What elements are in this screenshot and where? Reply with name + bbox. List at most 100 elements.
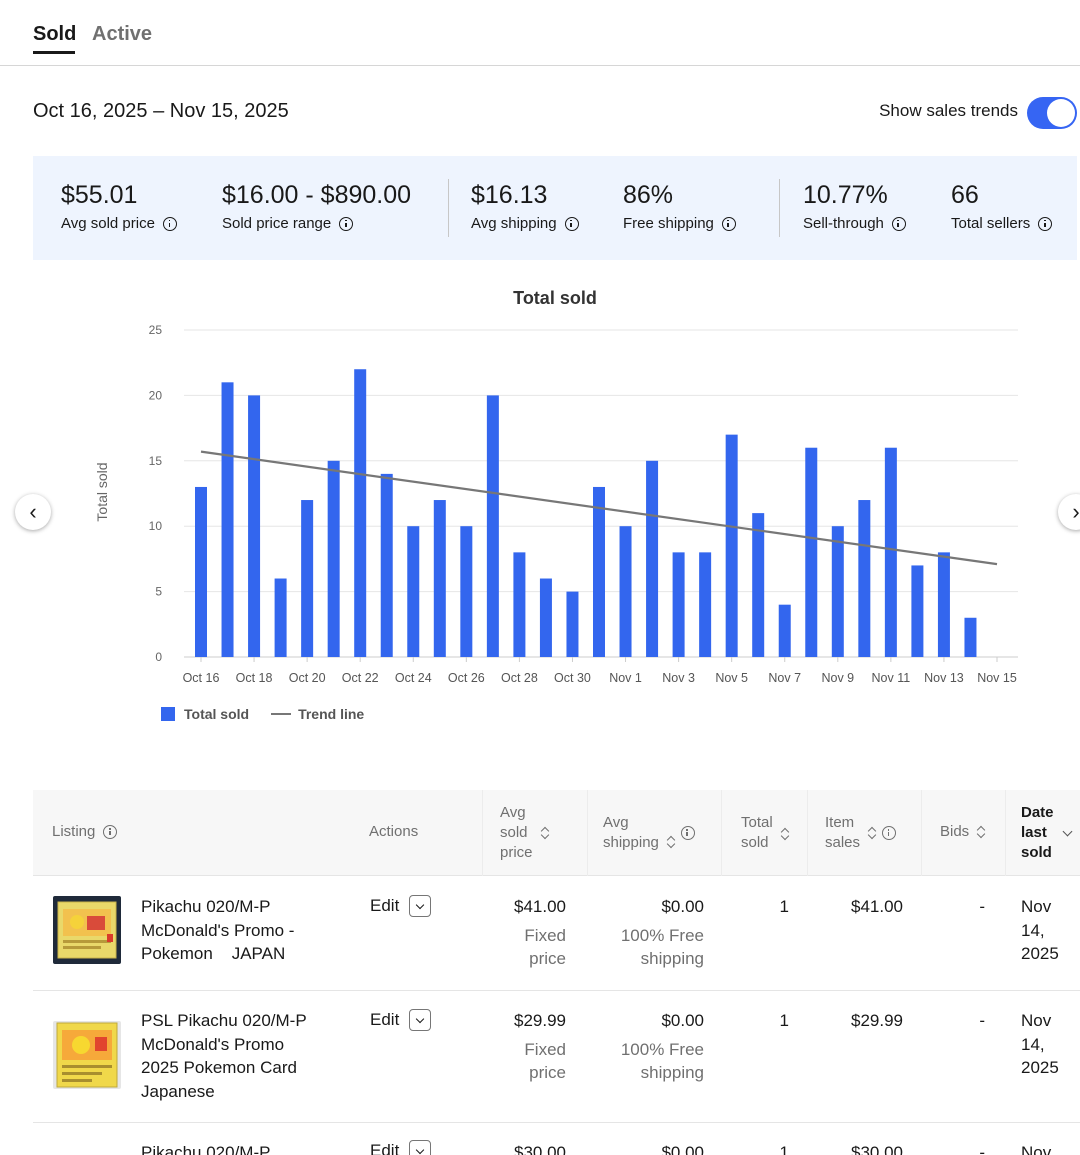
header-label: Listing xyxy=(52,823,96,840)
table-row[interactable]: PSL Pikachu 020/M-P McDonald's Promo 202… xyxy=(33,991,1080,1123)
bar-nov-6[interactable] xyxy=(752,513,765,657)
bar-oct-27[interactable] xyxy=(486,395,499,657)
bids-cell: - xyxy=(979,1143,985,1155)
chart-prev-button[interactable]: ‹ xyxy=(15,494,51,530)
stats-panel: $55.01 Avg sold price $16.00 - $890.00 S… xyxy=(33,156,1077,260)
sales-trends-label: Show sales trends xyxy=(879,101,1018,120)
shipping-type: 100% Free xyxy=(620,925,704,945)
chevron-down-icon xyxy=(416,1014,425,1023)
bar-oct-25[interactable] xyxy=(433,500,446,657)
chevron-down-icon xyxy=(416,1145,425,1154)
x-tick-label: Oct 16 xyxy=(183,671,220,685)
edit-dropdown[interactable] xyxy=(409,1140,432,1155)
listing-thumbnail[interactable] xyxy=(53,896,121,964)
bar-oct-29[interactable] xyxy=(539,578,552,657)
listing-thumbnail[interactable] xyxy=(53,1021,121,1089)
bar-oct-28[interactable] xyxy=(513,552,526,657)
bar-nov-7[interactable] xyxy=(778,604,791,657)
tab-sold[interactable]: Sold xyxy=(33,21,76,47)
info-icon[interactable] xyxy=(162,216,177,231)
bar-nov-1[interactable] xyxy=(619,526,632,657)
price-type: Fixed xyxy=(524,925,566,945)
info-icon[interactable] xyxy=(564,216,579,231)
listing-title[interactable]: Pikachu 020/M-P xyxy=(141,1141,341,1155)
info-icon[interactable] xyxy=(1038,216,1053,231)
header-label: Avg xyxy=(603,814,629,831)
table-row[interactable]: Pikachu 020/M-P Edit $30.00 $0.00 1 $30.… xyxy=(33,1123,1080,1155)
sort-icon xyxy=(781,827,789,841)
bar-oct-31[interactable] xyxy=(593,486,605,657)
sales-trends-toggle[interactable] xyxy=(1027,97,1077,129)
title-line: Pikachu 020/M-P xyxy=(141,897,271,916)
tab-active[interactable]: Active xyxy=(92,21,152,47)
edit-dropdown[interactable] xyxy=(409,1009,432,1031)
bar-oct-30[interactable] xyxy=(566,591,579,657)
bar-nov-2[interactable] xyxy=(646,460,659,657)
bar-oct-23[interactable] xyxy=(380,473,393,657)
title-line: McDonald's Promo - xyxy=(141,920,295,940)
header-actions: Actions xyxy=(369,823,419,840)
bar-nov-12[interactable] xyxy=(911,565,924,657)
bar-nov-8[interactable] xyxy=(805,447,818,657)
bar-nov-3[interactable] xyxy=(672,552,685,657)
chart-legend: Total sold Trend line xyxy=(161,706,364,722)
stat-sold-price-range: $16.00 - $890.00 Sold price range xyxy=(222,180,411,232)
edit-button[interactable]: Edit xyxy=(370,1009,432,1031)
edit-dropdown[interactable] xyxy=(409,895,432,917)
header-item-sales[interactable]: Item sales xyxy=(825,813,897,853)
header-avg-sold-price[interactable]: Avg sold price xyxy=(500,803,549,863)
x-tick-label: Nov 9 xyxy=(821,671,854,685)
header-date-last-sold[interactable]: Date last sold xyxy=(1021,803,1072,863)
bar-oct-21[interactable] xyxy=(327,460,340,657)
info-icon[interactable] xyxy=(680,826,695,840)
legend-swatch-trend-line xyxy=(271,713,292,715)
chevron-right-icon: › xyxy=(1072,499,1080,524)
sort-icon xyxy=(868,826,876,840)
divider xyxy=(779,179,780,237)
bar-nov-13[interactable] xyxy=(937,552,950,657)
bar-nov-10[interactable] xyxy=(858,500,871,657)
info-icon[interactable] xyxy=(721,216,736,231)
bar-nov-4[interactable] xyxy=(699,552,712,657)
tab-bar: Sold Active xyxy=(0,0,1080,66)
avg-shipping-cell: $0.00 100% Free shipping xyxy=(621,895,704,971)
listing-title[interactable]: PSL Pikachu 020/M-P McDonald's Promo 202… xyxy=(141,1009,341,1103)
header-label: Item xyxy=(825,814,855,831)
x-tick-label: Nov 11 xyxy=(872,671,911,685)
bar-nov-9[interactable] xyxy=(831,526,844,657)
info-icon[interactable] xyxy=(103,825,118,839)
bar-oct-16[interactable] xyxy=(195,486,207,657)
bar-oct-24[interactable] xyxy=(407,526,420,657)
stat-label: Avg sold price xyxy=(61,215,155,232)
info-icon[interactable] xyxy=(882,826,897,840)
bar-oct-19[interactable] xyxy=(274,578,287,657)
bar-oct-22[interactable] xyxy=(354,369,367,657)
edit-button[interactable]: Edit xyxy=(370,1140,432,1155)
stat-value: $55.01 xyxy=(61,181,138,209)
bar-oct-26[interactable] xyxy=(460,526,473,657)
y-tick-label: 5 xyxy=(155,585,162,599)
bar-oct-17[interactable] xyxy=(221,382,234,657)
bar-nov-14[interactable] xyxy=(964,617,977,657)
bids-cell: - xyxy=(979,897,985,916)
divider xyxy=(448,179,449,237)
bar-nov-5[interactable] xyxy=(725,434,738,657)
avg-sold-price-cell: $29.99 Fixed price xyxy=(514,1009,566,1085)
edit-button[interactable]: Edit xyxy=(370,895,432,917)
price-type: price xyxy=(529,949,566,968)
stat-label: Sell-through xyxy=(803,215,884,232)
table-row[interactable]: Pikachu 020/M-P McDonald's Promo - Pokem… xyxy=(33,876,1080,991)
stat-value: 10.77% xyxy=(803,181,888,209)
bar-oct-20[interactable] xyxy=(301,500,314,657)
bar-oct-18[interactable] xyxy=(248,395,261,657)
listing-title[interactable]: Pikachu 020/M-P McDonald's Promo - Pokem… xyxy=(141,895,341,966)
x-tick-label: Oct 30 xyxy=(554,671,591,685)
header-bids[interactable]: Bids xyxy=(940,822,985,842)
header-total-sold[interactable]: Total sold xyxy=(741,813,789,853)
info-icon[interactable] xyxy=(339,216,354,231)
info-icon[interactable] xyxy=(891,216,906,231)
bar-nov-11[interactable] xyxy=(884,447,897,657)
total-sold-cell: 1 xyxy=(779,1011,789,1030)
header-label: shipping xyxy=(603,834,659,851)
header-avg-shipping[interactable]: Avg shipping xyxy=(603,813,695,853)
